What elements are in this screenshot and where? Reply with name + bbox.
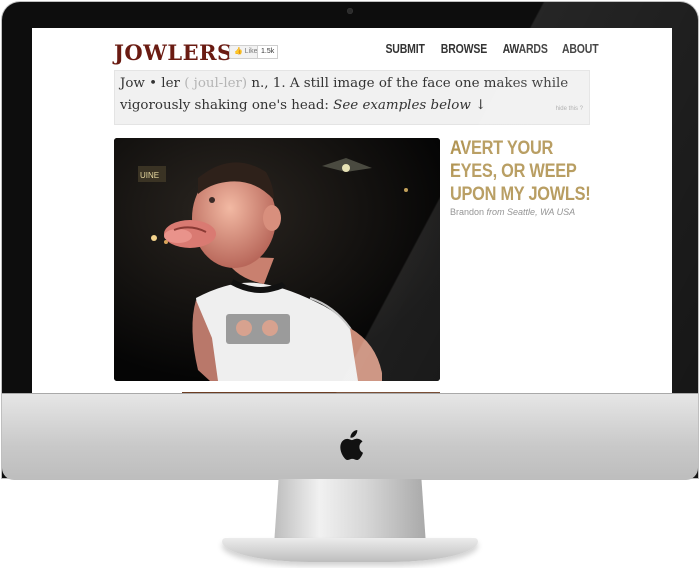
photo-illustration: UINE [114, 138, 440, 381]
browser-screen: JOWLERS 👍 Like 1.5k SUBMIT BROWSE AWARDS… [32, 28, 672, 395]
camera-icon [347, 8, 353, 14]
main-nav: SUBMIT BROWSE AWARDS ABOUT [378, 42, 599, 56]
post-author[interactable]: Brandon [450, 207, 484, 217]
svg-text:UINE: UINE [140, 171, 159, 180]
post-title[interactable]: AVERT YOUR EYES, OR WEEP UPON MY JOWLS! [450, 137, 620, 206]
nav-submit[interactable]: SUBMIT [386, 42, 425, 56]
nav-about[interactable]: ABOUT [561, 42, 598, 56]
apple-logo-icon [340, 430, 363, 461]
imac-stand-base [222, 538, 478, 562]
thumb-icon: 👍 [234, 48, 243, 55]
definition-pronunciation: ( joul-ler) [184, 76, 248, 91]
imac-stand [274, 479, 426, 545]
post-location: from Seattle, WA USA [486, 207, 576, 217]
site-header: JOWLERS 👍 Like 1.5k SUBMIT BROWSE AWARDS… [32, 28, 672, 68]
hide-definition-link[interactable]: hide this ? [556, 98, 583, 120]
see-examples-link[interactable]: See examples below ↓ [333, 98, 486, 113]
like-label: Like [244, 48, 258, 55]
definition-word: Jow • ler [120, 76, 180, 91]
post-meta: Brandon from Seattle, WA USA [450, 207, 575, 217]
site-logo[interactable]: JOWLERS [114, 40, 233, 65]
nav-browse[interactable]: BROWSE [441, 42, 487, 56]
post-title-text: AVERT YOUR EYES, OR WEEP UPON MY JOWLS! [450, 138, 591, 205]
definition-box: Jow • ler ( joul-ler) n., 1. A still ima… [114, 70, 590, 125]
nav-awards[interactable]: AWARDS [502, 42, 547, 56]
like-count: 1.5k [257, 45, 279, 59]
post-photo[interactable]: UINE [114, 138, 440, 381]
